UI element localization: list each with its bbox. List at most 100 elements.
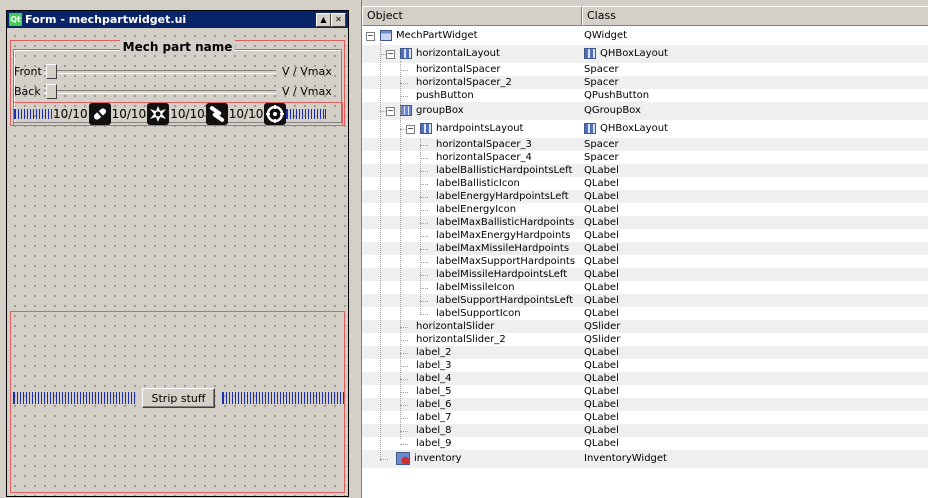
collapse-icon[interactable]: −	[386, 107, 395, 116]
tree-class-cell: QLabel	[584, 437, 619, 450]
tree-class-cell: QLabel	[584, 216, 619, 229]
tree-object-cell: labelMaxMissileHardpoints	[436, 242, 569, 255]
object-name: horizontalLayout	[416, 48, 500, 59]
tree-row[interactable]: labelEnergyHardpointsLeft QLabel	[362, 190, 928, 203]
tree-class-cell: QLabel	[584, 229, 619, 242]
tree-row[interactable]: horizontalSpacer_2 Spacer	[362, 76, 928, 89]
class-name: QLabel	[584, 243, 619, 254]
object-name: horizontalSlider	[416, 321, 495, 332]
class-name: QLabel	[584, 269, 619, 280]
tree-row[interactable]: labelMaxSupportHardpoints QLabel	[362, 255, 928, 268]
missile-hardpoints-label: 10/10	[170, 107, 205, 121]
tree-object-cell: labelMissileHardpointsLeft	[436, 268, 567, 281]
tree-row[interactable]: − horizontalLayout QHBoxLayout	[362, 45, 928, 63]
back-slider[interactable]	[44, 83, 276, 99]
class-name: Spacer	[584, 64, 619, 75]
class-name: QLabel	[584, 204, 619, 215]
tree-row[interactable]: labelBallisticHardpointsLeft QLabel	[362, 164, 928, 177]
object-name: horizontalSlider_2	[416, 334, 506, 345]
tree-row[interactable]: inventory InventoryWidget	[362, 450, 928, 468]
hardpoints-layout[interactable]: 10/10 10/10 10/10 10/10	[13, 102, 343, 126]
hbox-layout-icon	[400, 47, 412, 59]
close-icon[interactable]: ✕	[331, 13, 346, 27]
tree-row[interactable]: labelBallisticIcon QLabel	[362, 177, 928, 190]
tree-class-cell: QLabel	[584, 359, 619, 372]
groupbox-title: Mech part name	[11, 40, 344, 54]
tree-row[interactable]: label_2 QLabel	[362, 346, 928, 359]
tree-row[interactable]: pushButton QPushButton	[362, 89, 928, 102]
tree-object-cell: labelMaxBallisticHardpoints	[436, 216, 574, 229]
support-icon	[264, 103, 287, 125]
slider-handle[interactable]	[46, 64, 57, 79]
spacer-right[interactable]	[286, 109, 327, 119]
tree-row[interactable]: labelMaxEnergyHardpoints QLabel	[362, 229, 928, 242]
object-name: horizontalSpacer	[416, 64, 501, 75]
tree-row[interactable]: horizontalSpacer_3 Spacer	[362, 138, 928, 151]
tree-row[interactable]: horizontalSpacer Spacer	[362, 63, 928, 76]
qt-logo-icon: Qt	[9, 13, 22, 26]
inspector-header: Object Class	[362, 6, 928, 26]
tree-row[interactable]: horizontalSlider_2 QSlider	[362, 333, 928, 346]
tree-object-cell: labelBallisticHardpointsLeft	[436, 164, 572, 177]
inventory-widget-area[interactable]: Strip stuff	[10, 311, 345, 493]
tree-class-cell: QLabel	[584, 190, 619, 203]
tree-row[interactable]: label_3 QLabel	[362, 359, 928, 372]
tree-row[interactable]: label_5 QLabel	[362, 385, 928, 398]
tree-row[interactable]: labelMissileIcon QLabel	[362, 281, 928, 294]
form-canvas[interactable]: Mech part name Front V / Vmax Back V / V…	[7, 28, 348, 496]
tree-class-cell: QLabel	[584, 164, 619, 177]
restore-icon[interactable]: ▲	[316, 13, 331, 27]
tree-row[interactable]: label_4 QLabel	[362, 372, 928, 385]
column-header-object[interactable]: Object	[362, 6, 582, 26]
tree-row[interactable]: − MechPartWidget QWidget	[362, 27, 928, 45]
tree-class-cell: QWidget	[584, 27, 627, 45]
tree-row[interactable]: label_9 QLabel	[362, 437, 928, 450]
tree-row[interactable]: label_6 QLabel	[362, 398, 928, 411]
tree-row[interactable]: label_7 QLabel	[362, 411, 928, 424]
form-window: Qt Form - mechpartwidget.ui ▲ ✕ Mech par…	[6, 10, 349, 497]
splitter-handle[interactable]	[349, 0, 357, 498]
tree-row[interactable]: − groupBox QGroupBox	[362, 102, 928, 120]
front-value-label: V / Vmax	[282, 64, 332, 78]
class-name: Spacer	[584, 152, 619, 163]
collapse-icon[interactable]: −	[406, 125, 415, 134]
tree-row[interactable]: labelMaxMissileHardpoints QLabel	[362, 242, 928, 255]
strip-stuff-button[interactable]: Strip stuff	[142, 388, 215, 408]
class-name: QLabel	[584, 399, 619, 410]
horizontal-spacer-left[interactable]	[13, 392, 135, 404]
tree-row[interactable]: − hardpointsLayout QHBoxLayout	[362, 120, 928, 138]
tree-object-cell: inventory	[396, 450, 462, 468]
front-slider[interactable]	[44, 63, 276, 79]
tree-row[interactable]: labelEnergyIcon QLabel	[362, 203, 928, 216]
tree-object-cell: labelMissileIcon	[436, 281, 515, 294]
groupbox[interactable]: Mech part name Front V / Vmax Back V / V…	[10, 40, 345, 126]
spacer-left[interactable]	[14, 109, 52, 119]
class-name: QGroupBox	[584, 105, 641, 116]
tree-class-cell: QPushButton	[584, 89, 649, 102]
hbox-layout-icon	[584, 47, 596, 59]
horizontal-spacer-right[interactable]	[222, 392, 344, 404]
tree-row[interactable]: labelSupportIcon QLabel	[362, 307, 928, 320]
slider-handle[interactable]	[46, 84, 57, 99]
object-name: labelMaxBallisticHardpoints	[436, 217, 575, 228]
tree-class-cell: QLabel	[584, 411, 619, 424]
tree-object-cell: label_8	[416, 424, 452, 437]
back-value-label: V / Vmax	[282, 84, 332, 98]
column-header-class[interactable]: Class	[582, 6, 928, 26]
tree-object-cell: label_6	[416, 398, 452, 411]
class-name: QLabel	[584, 217, 619, 228]
collapse-icon[interactable]: −	[386, 50, 395, 59]
collapse-icon[interactable]: −	[366, 32, 375, 41]
groupbox-icon	[400, 104, 412, 116]
tree-object-cell: hardpointsLayout	[420, 120, 523, 138]
tree-row[interactable]: labelSupportHardpointsLeft QLabel	[362, 294, 928, 307]
tree-object-cell: horizontalSpacer_4	[436, 151, 532, 164]
tree-row[interactable]: horizontalSlider QSlider	[362, 320, 928, 333]
tree-row[interactable]: labelMaxBallisticHardpoints QLabel	[362, 216, 928, 229]
tree-row[interactable]: labelMissileHardpointsLeft QLabel	[362, 268, 928, 281]
object-name: labelMaxMissileHardpoints	[436, 243, 570, 254]
object-name: groupBox	[416, 105, 464, 116]
class-name: QLabel	[584, 282, 619, 293]
tree-row[interactable]: label_8 QLabel	[362, 424, 928, 437]
tree-row[interactable]: horizontalSpacer_4 Spacer	[362, 151, 928, 164]
